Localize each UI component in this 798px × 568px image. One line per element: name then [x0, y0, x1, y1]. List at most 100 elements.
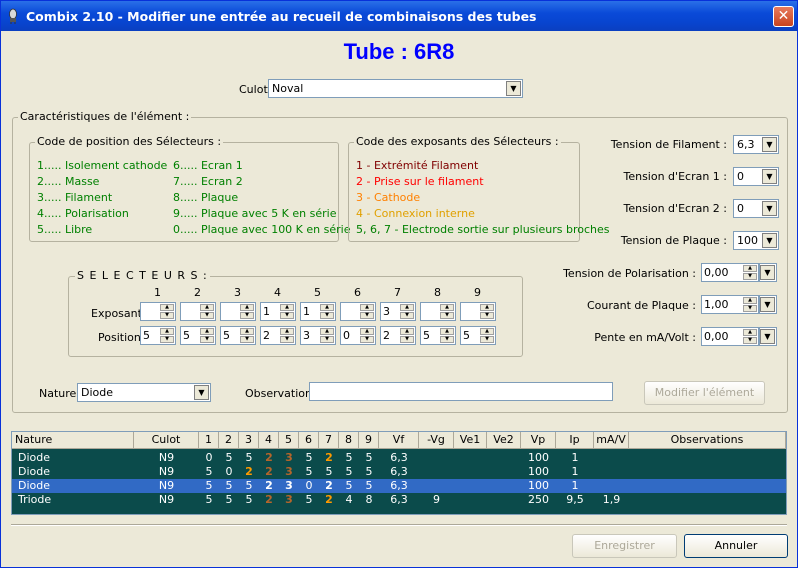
selector-position-spin[interactable]: 5 ▲ ▼ — [180, 326, 216, 345]
spin-up-icon[interactable]: ▲ — [743, 297, 757, 304]
selector-exposant-spin[interactable]: 1 ▲ ▼ — [260, 302, 296, 321]
spin-up-icon[interactable]: ▲ — [320, 304, 334, 311]
selector-position-spin[interactable]: 2 ▲ ▼ — [380, 326, 416, 345]
spin-buttons[interactable]: ▲ ▼ — [400, 304, 414, 319]
spin-up-icon[interactable]: ▲ — [360, 328, 374, 335]
spin-up-icon[interactable]: ▲ — [743, 329, 757, 336]
column-header[interactable]: Ve2 — [487, 432, 521, 449]
column-header[interactable]: Nature — [12, 432, 134, 449]
chevron-down-icon[interactable]: ▼ — [506, 81, 521, 96]
spin-down-icon[interactable]: ▼ — [743, 337, 757, 344]
spin-down-icon[interactable]: ▼ — [743, 305, 757, 312]
tension-ecran2-select[interactable]: 0 ▼ — [733, 199, 779, 218]
column-header[interactable]: 4 — [259, 432, 279, 449]
tension-ecran1-select[interactable]: 0 ▼ — [733, 167, 779, 186]
save-button[interactable]: Enregistrer — [572, 534, 677, 558]
observation-input[interactable] — [309, 382, 613, 401]
column-header[interactable]: -Vg — [419, 432, 454, 449]
spin-buttons[interactable]: ▲ ▼ — [240, 328, 254, 343]
chevron-down-icon[interactable]: ▼ — [194, 385, 209, 400]
spin-down-icon[interactable]: ▼ — [280, 336, 294, 343]
selector-position-spin[interactable]: 2 ▲ ▼ — [260, 326, 296, 345]
spin-buttons[interactable]: ▲ ▼ — [280, 328, 294, 343]
spin-buttons[interactable]: ▲ ▼ — [160, 328, 174, 343]
pente-spin[interactable]: 0,00 ▲ ▼ — [701, 327, 759, 346]
spin-down-icon[interactable]: ▼ — [480, 336, 494, 343]
column-header[interactable]: 7 — [319, 432, 339, 449]
spin-up-icon[interactable]: ▲ — [240, 328, 254, 335]
spin-down-icon[interactable]: ▼ — [320, 336, 334, 343]
selector-position-spin[interactable]: 5 ▲ ▼ — [140, 326, 176, 345]
polarisation-dropdown[interactable]: ▼ — [759, 263, 777, 282]
spin-down-icon[interactable]: ▼ — [160, 312, 174, 319]
selector-exposant-spin[interactable]: 3 ▲ ▼ — [380, 302, 416, 321]
nature-select[interactable]: Diode ▼ — [77, 383, 211, 402]
table-row[interactable]: Triode N9 5 5 5 2 3 5 2 4 8 6,3 9 250 9,5 1,9 — [12, 493, 786, 507]
spin-buttons[interactable]: ▲ ▼ — [440, 328, 454, 343]
selector-exposant-spin[interactable]: 1 ▲ ▼ — [300, 302, 336, 321]
column-header[interactable]: Ve1 — [454, 432, 487, 449]
spin-up-icon[interactable]: ▲ — [360, 304, 374, 311]
spin-up-icon[interactable]: ▲ — [320, 328, 334, 335]
spin-buttons[interactable]: ▲ ▼ — [280, 304, 294, 319]
cancel-button[interactable]: Annuler — [684, 534, 788, 558]
spin-buttons[interactable]: ▲ ▼ — [743, 297, 757, 312]
selector-position-spin[interactable]: 5 ▲ ▼ — [420, 326, 456, 345]
column-header[interactable]: 8 — [339, 432, 359, 449]
spin-buttons[interactable]: ▲ ▼ — [200, 304, 214, 319]
spin-up-icon[interactable]: ▲ — [240, 304, 254, 311]
tension-filament-select[interactable]: 6,3 ▼ — [733, 135, 779, 154]
spin-buttons[interactable]: ▲ ▼ — [360, 328, 374, 343]
polarisation-spin[interactable]: 0,00 ▲ ▼ — [701, 263, 759, 282]
spin-buttons[interactable]: ▲ ▼ — [320, 328, 334, 343]
column-header[interactable]: Culot — [134, 432, 199, 449]
spin-up-icon[interactable]: ▲ — [440, 328, 454, 335]
modify-element-button[interactable]: Modifier l'élément — [644, 381, 765, 405]
spin-down-icon[interactable]: ▼ — [360, 336, 374, 343]
chevron-down-icon[interactable]: ▼ — [762, 169, 777, 184]
selector-exposant-spin[interactable]: ▲ ▼ — [420, 302, 456, 321]
spin-down-icon[interactable]: ▼ — [743, 273, 757, 280]
combinations-table[interactable]: Nature Culot 1 2 3 4 5 6 7 8 9 Vf -Vg Ve1 Ve2 Vp Ip mA/V O… — [11, 431, 787, 515]
spin-down-icon[interactable]: ▼ — [480, 312, 494, 319]
spin-buttons[interactable]: ▲ ▼ — [240, 304, 254, 319]
spin-buttons[interactable]: ▲ ▼ — [480, 304, 494, 319]
spin-buttons[interactable]: ▲ ▼ — [480, 328, 494, 343]
spin-up-icon[interactable]: ▲ — [200, 328, 214, 335]
column-header[interactable]: 2 — [219, 432, 239, 449]
selector-position-spin[interactable]: 3 ▲ ▼ — [300, 326, 336, 345]
table-row[interactable]: Diode N9 5 0 2 2 3 5 5 5 5 6,3 100 1 — [12, 465, 786, 479]
chevron-down-icon[interactable]: ▼ — [760, 297, 775, 312]
table-row[interactable]: Diode N9 0 5 5 2 3 5 2 5 5 6,3 100 1 — [12, 451, 786, 465]
spin-down-icon[interactable]: ▼ — [200, 312, 214, 319]
chevron-down-icon[interactable]: ▼ — [762, 137, 777, 152]
spin-down-icon[interactable]: ▼ — [400, 336, 414, 343]
spin-down-icon[interactable]: ▼ — [440, 312, 454, 319]
spin-down-icon[interactable]: ▼ — [320, 312, 334, 319]
column-header[interactable]: Observations — [629, 432, 786, 449]
spin-up-icon[interactable]: ▲ — [480, 304, 494, 311]
spin-up-icon[interactable]: ▲ — [440, 304, 454, 311]
spin-up-icon[interactable]: ▲ — [400, 328, 414, 335]
column-header[interactable]: Vp — [521, 432, 556, 449]
selector-exposant-spin[interactable]: ▲ ▼ — [460, 302, 496, 321]
spin-buttons[interactable]: ▲ ▼ — [440, 304, 454, 319]
selector-position-spin[interactable]: 5 ▲ ▼ — [220, 326, 256, 345]
spin-buttons[interactable]: ▲ ▼ — [743, 329, 757, 344]
spin-buttons[interactable]: ▲ ▼ — [320, 304, 334, 319]
spin-up-icon[interactable]: ▲ — [280, 304, 294, 311]
column-header[interactable]: 5 — [279, 432, 299, 449]
selector-exposant-spin[interactable]: ▲ ▼ — [340, 302, 376, 321]
title-bar[interactable]: Combix 2.10 - Modifier une entrée au rec… — [1, 1, 797, 31]
spin-down-icon[interactable]: ▼ — [400, 312, 414, 319]
spin-up-icon[interactable]: ▲ — [480, 328, 494, 335]
spin-buttons[interactable]: ▲ ▼ — [400, 328, 414, 343]
column-header[interactable]: 6 — [299, 432, 319, 449]
chevron-down-icon[interactable]: ▼ — [760, 329, 775, 344]
spin-down-icon[interactable]: ▼ — [240, 312, 254, 319]
chevron-down-icon[interactable]: ▼ — [760, 265, 775, 280]
selector-exposant-spin[interactable]: ▲ ▼ — [220, 302, 256, 321]
spin-down-icon[interactable]: ▼ — [160, 336, 174, 343]
table-row[interactable]: Diode N9 5 5 5 2 3 0 2 5 5 6,3 100 1 — [12, 479, 786, 493]
spin-up-icon[interactable]: ▲ — [400, 304, 414, 311]
